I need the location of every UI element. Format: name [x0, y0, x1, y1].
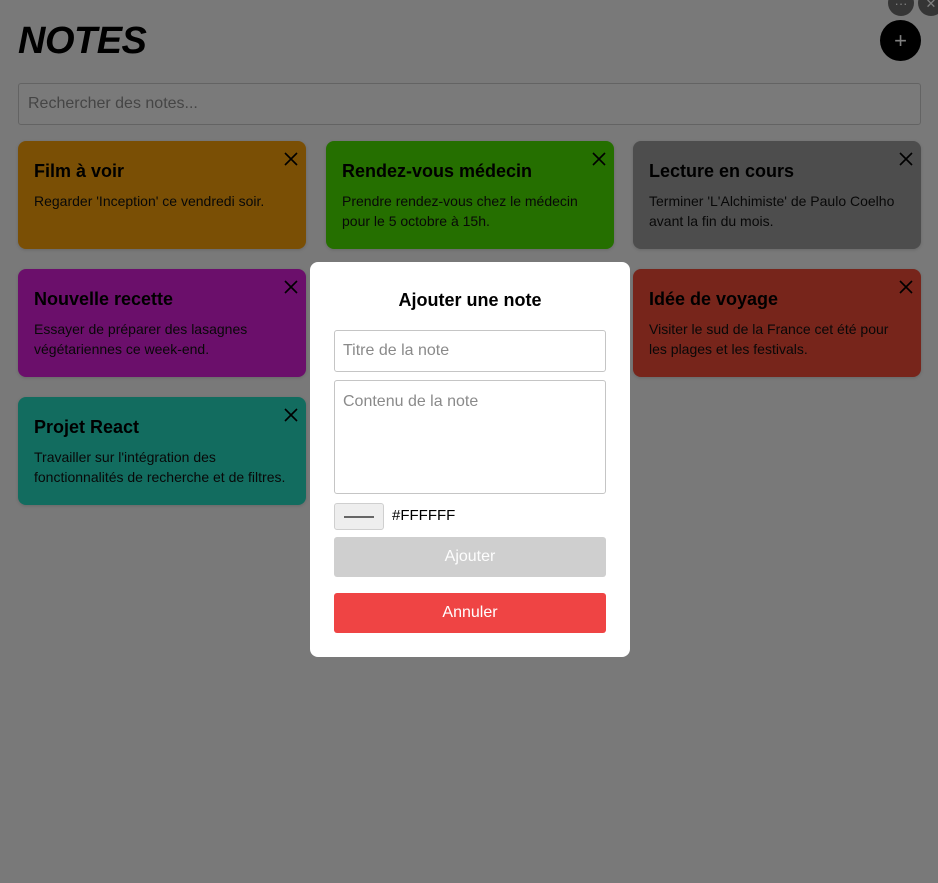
color-swatch-bar	[344, 516, 374, 518]
note-content-input[interactable]	[334, 380, 606, 494]
note-title-input[interactable]	[334, 330, 606, 372]
notes-app: NOTES ··· ✕ + Film à voir Regarder 'Ince…	[0, 0, 938, 883]
dialog-title: Ajouter une note	[398, 290, 542, 310]
color-picker[interactable]	[334, 503, 384, 530]
color-value: #FFFFFF	[392, 507, 456, 524]
submit-note-button[interactable]: Ajouter	[334, 537, 606, 577]
add-note-dialog: Ajouter une note #FFFFFF Ajouter Annuler	[310, 262, 630, 657]
cancel-button[interactable]: Annuler	[334, 593, 606, 633]
